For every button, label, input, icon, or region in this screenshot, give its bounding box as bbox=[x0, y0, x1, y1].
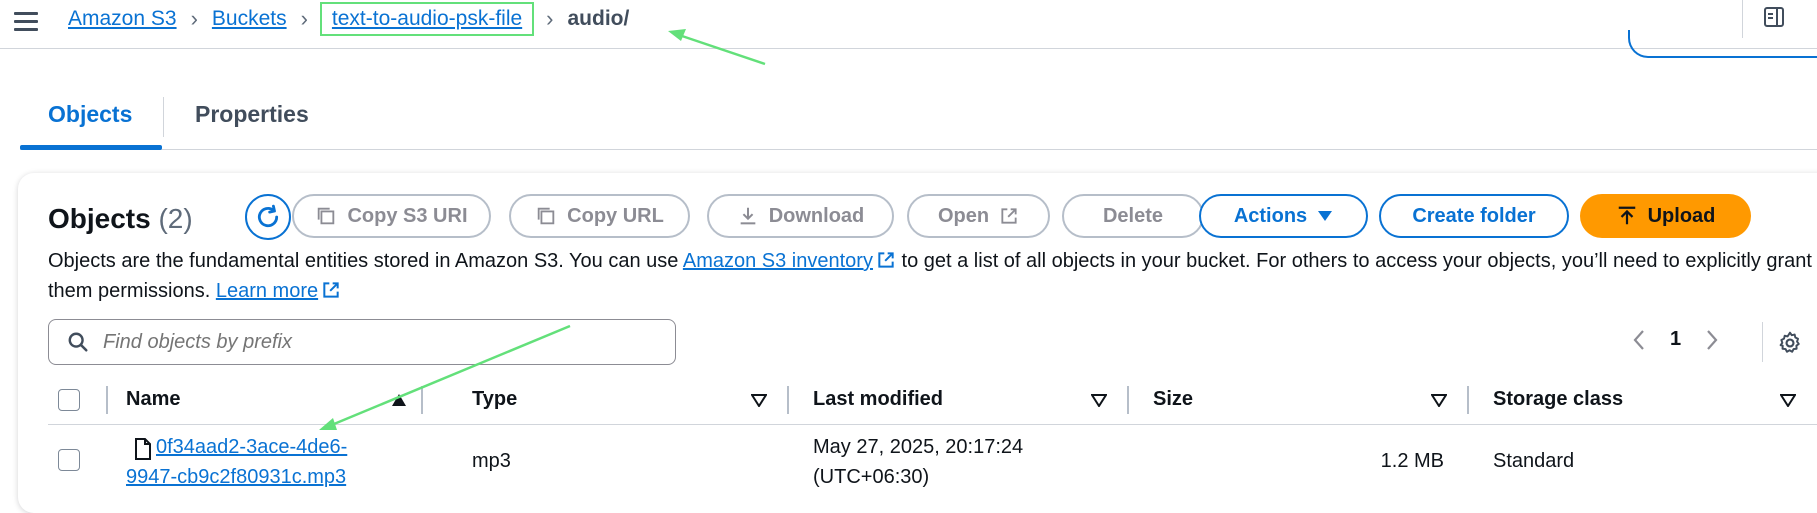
copy-s3-uri-label: Copy S3 URI bbox=[347, 204, 468, 227]
chevron-right-icon[interactable] bbox=[1705, 329, 1719, 351]
object-type-cell: mp3 bbox=[472, 450, 511, 472]
external-link-icon bbox=[1001, 208, 1017, 224]
tab-divider bbox=[163, 97, 164, 137]
upload-label: Upload bbox=[1647, 204, 1716, 227]
delete-label: Delete bbox=[1102, 204, 1164, 227]
open-label: Open bbox=[937, 204, 990, 227]
objects-description: Objects are the fundamental entities sto… bbox=[48, 246, 1817, 306]
top-navigation-bar: Amazon S3 › Buckets › text-to-audio-psk-… bbox=[0, 0, 1817, 49]
breadcrumb: Amazon S3 › Buckets › text-to-audio-psk-… bbox=[68, 0, 629, 38]
chevron-left-icon[interactable] bbox=[1632, 329, 1646, 351]
chevron-right-icon: › bbox=[190, 6, 198, 31]
select-all-checkbox[interactable] bbox=[58, 389, 80, 411]
divider bbox=[1762, 322, 1763, 362]
column-header-size[interactable]: Size bbox=[1153, 388, 1193, 411]
create-folder-button[interactable]: Create folder bbox=[1379, 194, 1569, 238]
table-header: Name Type Last modified Size Storage cla… bbox=[48, 380, 1817, 425]
active-tab-indicator bbox=[20, 145, 162, 150]
column-divider bbox=[1127, 386, 1129, 414]
upload-button[interactable]: Upload bbox=[1580, 194, 1751, 238]
search-input[interactable] bbox=[101, 329, 645, 355]
filter-caret-icon[interactable] bbox=[1091, 393, 1107, 407]
tab-bar: Objects Properties bbox=[20, 93, 1817, 150]
pagination: 1 bbox=[1632, 328, 1719, 351]
chevron-right-icon: › bbox=[300, 6, 308, 31]
breadcrumb-bucket-name[interactable]: text-to-audio-psk-file bbox=[332, 7, 522, 30]
filter-caret-icon[interactable] bbox=[1780, 393, 1796, 407]
last-modified-date: May 27, 2025, 20:17:24 bbox=[813, 436, 1024, 458]
table-row: 0f34aad2-3ace-4de6- 9947-cb9c2f80931c.mp… bbox=[48, 428, 1817, 496]
object-name-link-line1[interactable]: 0f34aad2-3ace-4de6- bbox=[156, 436, 347, 458]
current-page-number[interactable]: 1 bbox=[1670, 328, 1681, 351]
download-button[interactable]: Download bbox=[707, 194, 894, 238]
copy-icon bbox=[537, 207, 555, 225]
actions-label: Actions bbox=[1233, 204, 1308, 227]
sort-ascending-icon[interactable] bbox=[391, 393, 407, 407]
download-label: Download bbox=[768, 204, 865, 227]
refresh-button[interactable] bbox=[245, 194, 291, 240]
download-icon bbox=[740, 207, 756, 225]
tab-properties[interactable]: Properties bbox=[195, 101, 309, 128]
filter-caret-icon[interactable] bbox=[1431, 393, 1447, 407]
s3-inventory-link[interactable]: Amazon S3 inventory bbox=[683, 250, 873, 272]
breadcrumb-highlight-box: text-to-audio-psk-file bbox=[319, 2, 535, 36]
copy-url-label: Copy URL bbox=[567, 204, 664, 227]
breadcrumb-current-folder: audio/ bbox=[567, 7, 630, 30]
copy-icon bbox=[318, 207, 335, 225]
external-link-icon[interactable] bbox=[876, 250, 896, 270]
object-name-cell: 0f34aad2-3ace-4de6- 9947-cb9c2f80931c.mp… bbox=[126, 432, 386, 492]
refresh-icon bbox=[257, 204, 279, 228]
upload-icon bbox=[1618, 206, 1635, 225]
open-button[interactable]: Open bbox=[907, 194, 1050, 238]
objects-title: Objects bbox=[48, 203, 151, 234]
chevron-right-icon: › bbox=[546, 6, 554, 31]
learn-more-link[interactable]: Learn more bbox=[216, 280, 318, 302]
search-icon bbox=[68, 332, 88, 352]
external-link-icon[interactable] bbox=[321, 280, 341, 300]
object-size-cell: 1.2 MB bbox=[1380, 450, 1444, 472]
copy-s3-uri-button[interactable]: Copy S3 URI bbox=[292, 194, 491, 238]
column-header-name[interactable]: Name bbox=[126, 388, 180, 411]
create-folder-label: Create folder bbox=[1412, 204, 1536, 227]
gear-icon[interactable] bbox=[1777, 330, 1803, 356]
object-name-link-line2[interactable]: 9947-cb9c2f80931c.mp3 bbox=[126, 466, 346, 488]
description-text-1: Objects are the fundamental entities sto… bbox=[48, 250, 683, 272]
column-header-type[interactable]: Type bbox=[472, 388, 517, 411]
row-checkbox[interactable] bbox=[58, 449, 80, 471]
tab-objects[interactable]: Objects bbox=[48, 101, 132, 128]
column-divider bbox=[106, 386, 108, 414]
breadcrumb-buckets[interactable]: Buckets bbox=[212, 7, 287, 31]
menu-icon[interactable] bbox=[14, 6, 42, 36]
search-field[interactable] bbox=[48, 319, 676, 365]
side-panel-icon[interactable] bbox=[1762, 5, 1786, 29]
column-header-last-modified[interactable]: Last modified bbox=[813, 388, 943, 411]
column-header-storage-class[interactable]: Storage class bbox=[1493, 388, 1623, 411]
filter-caret-icon[interactable] bbox=[751, 393, 767, 407]
column-divider bbox=[787, 386, 789, 414]
last-modified-timezone: (UTC+06:30) bbox=[813, 466, 930, 488]
breadcrumb-amazon-s3[interactable]: Amazon S3 bbox=[68, 7, 177, 31]
caret-down-icon bbox=[1318, 211, 1333, 221]
objects-heading: Objects (2) bbox=[48, 203, 193, 235]
object-storage-class-cell: Standard bbox=[1493, 450, 1575, 472]
object-last-modified-cell: May 27, 2025, 20:17:24 (UTC+06:30) bbox=[813, 432, 1023, 492]
column-divider bbox=[1467, 386, 1469, 414]
objects-count: (2) bbox=[158, 203, 193, 234]
delete-button[interactable]: Delete bbox=[1062, 194, 1204, 238]
column-divider bbox=[421, 386, 423, 414]
copy-url-button[interactable]: Copy URL bbox=[509, 194, 690, 238]
actions-dropdown-button[interactable]: Actions bbox=[1199, 194, 1368, 238]
